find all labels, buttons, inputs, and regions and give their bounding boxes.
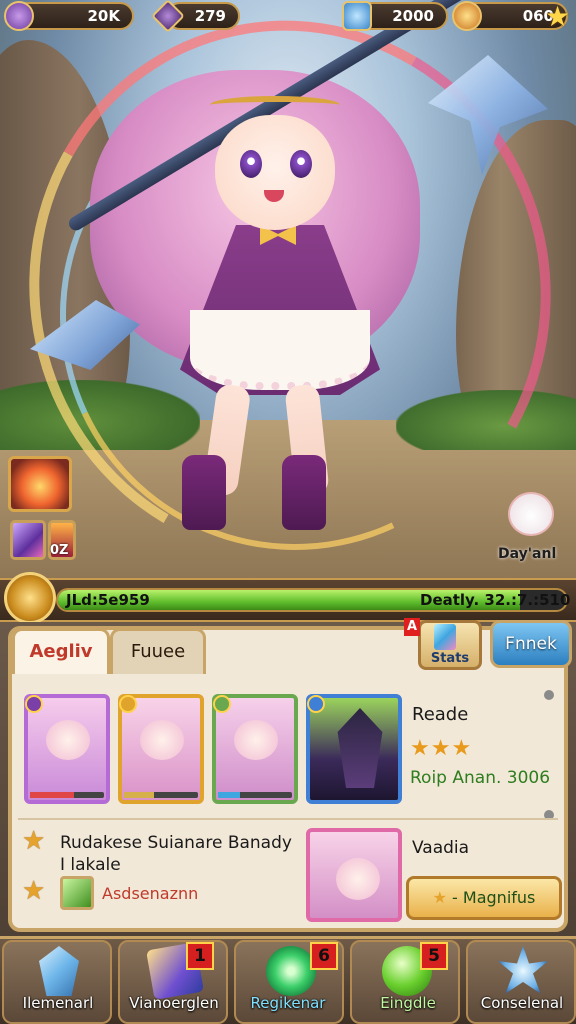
hero-eye-left — [240, 150, 262, 178]
star-icon: ★ — [22, 826, 46, 856]
portrait-face — [336, 858, 380, 900]
hero-card-hp-bar — [30, 792, 104, 798]
dragon-card[interactable] — [306, 694, 402, 804]
nav-label: Conselenal — [480, 994, 564, 1012]
hero-card-hp-bar — [218, 792, 292, 798]
resource-bar: 20K 279 2000 060 ★ — [0, 0, 576, 34]
tab-feature[interactable]: Fuuee — [110, 628, 206, 674]
skill-count: 0Z — [50, 543, 69, 558]
element-badge-icon — [25, 695, 43, 713]
element-badge-icon — [119, 695, 137, 713]
freak-button[interactable]: Fnnek — [490, 620, 572, 668]
hero-scene — [0, 0, 576, 590]
hero-skirt — [190, 310, 370, 390]
hero-card-hp-bar — [124, 792, 198, 798]
nav-label: Ilemenarl — [22, 994, 94, 1012]
feather-skill-icon[interactable] — [10, 520, 46, 560]
gold-medal-icon — [452, 1, 482, 31]
resource-gold-value: 20K — [87, 7, 121, 25]
hero-card-portrait — [46, 720, 90, 760]
description-title: Rudakese Suianare Banady I lakale — [60, 833, 292, 875]
resource-shield-value: 2000 — [392, 7, 434, 25]
hero-card[interactable] — [212, 694, 298, 804]
tab-agility[interactable]: Aegliv — [12, 628, 110, 674]
level-medal-icon[interactable] — [4, 572, 56, 624]
notification-badge: 5 — [420, 942, 448, 970]
hero-card-portrait — [140, 720, 184, 760]
blue-shield-icon — [342, 1, 372, 31]
scroll-dot — [544, 690, 554, 700]
crystal-icon — [39, 946, 79, 996]
hero-tiara — [210, 96, 340, 114]
stats-badge: A — [404, 618, 420, 636]
element-badge-icon — [307, 695, 325, 713]
hero-card-portrait — [234, 720, 278, 760]
crystal-icon — [434, 624, 456, 650]
divider — [18, 818, 558, 820]
leaf-label: Asdsenaznn — [102, 884, 199, 903]
hero-card[interactable] — [118, 694, 204, 804]
hero-portrait[interactable] — [306, 828, 402, 922]
info-title: Reade — [412, 704, 469, 725]
gold-orb-icon — [4, 1, 34, 31]
notification-badge: 6 — [310, 942, 338, 970]
snowflake-icon — [498, 946, 548, 994]
hero-boot-left — [182, 455, 226, 530]
stats-label: Stats — [430, 651, 470, 666]
resource-gem-value: 279 — [194, 7, 226, 25]
xp-right-text: Deatly. 32.:7.:510 — [420, 591, 571, 609]
fire-skill-icon[interactable] — [8, 456, 72, 512]
hero-boot-right — [282, 455, 326, 530]
leaf-icon[interactable] — [60, 876, 94, 910]
portrait-name: Vaadia — [412, 838, 470, 858]
star-icon: ★ — [432, 888, 447, 907]
pet-label: Day'anl — [498, 546, 557, 562]
star-icon[interactable]: ★ — [545, 0, 570, 33]
xp-left-text: JLd:5e959 — [66, 591, 150, 609]
nav-label: Eingdle — [380, 994, 436, 1012]
nav-label: Vianoerglen — [129, 994, 219, 1012]
magnifus-button[interactable]: ★ - Magnifus — [406, 876, 562, 920]
swirl-icon — [266, 946, 316, 996]
magnifus-label: - Magnifus — [452, 888, 536, 907]
info-subtitle: Roip Anan. 3006 — [410, 768, 551, 788]
hero-face — [215, 115, 335, 230]
star-icon: ★ — [22, 876, 46, 906]
rating-stars: ★★★ — [410, 736, 473, 761]
element-badge-icon — [213, 695, 231, 713]
notification-badge: 1 — [186, 942, 214, 970]
bear-pet-icon[interactable] — [508, 492, 554, 536]
dark-dragon-icon — [337, 708, 383, 788]
nav-label: Regikenar — [250, 994, 326, 1012]
hero-eye-right — [290, 150, 312, 178]
hero-card[interactable] — [24, 694, 110, 804]
